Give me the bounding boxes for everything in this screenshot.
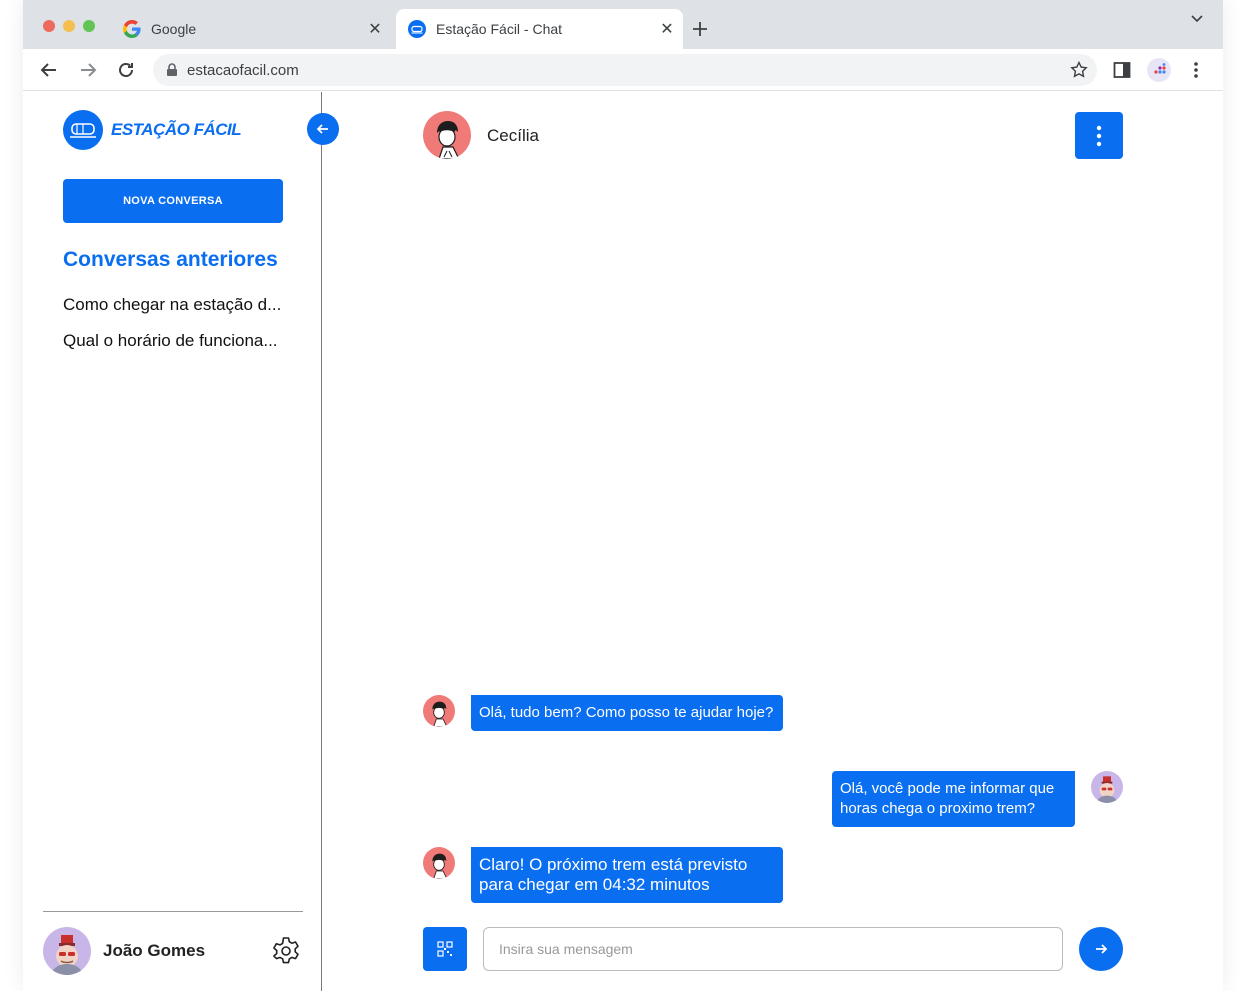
history-item[interactable]: Qual o horário de funciona...: [63, 331, 295, 351]
address-bar[interactable]: estacaofacil.com: [153, 54, 1097, 86]
maximize-window-button[interactable]: [83, 20, 95, 32]
browser-toolbar: estacaofacil.com: [23, 49, 1223, 91]
user-profile: João Gomes: [43, 927, 303, 975]
extension-icon[interactable]: [1145, 56, 1173, 84]
train-logo-icon: [63, 110, 103, 150]
back-icon[interactable]: [35, 56, 63, 84]
side-panel-icon[interactable]: [1108, 56, 1136, 84]
message-bubble-user: Olá, você pode me informar que horas che…: [832, 771, 1075, 827]
chevron-down-icon[interactable]: [1185, 6, 1209, 30]
reload-icon[interactable]: [112, 56, 140, 84]
brand-name: ESTAÇÃO FÁCIL: [111, 120, 242, 139]
tab-strip: Google ✕ Estação Fácil - Chat ✕: [23, 0, 1223, 49]
collapse-sidebar-button[interactable]: [307, 113, 339, 145]
tab-estacao-facil-chat[interactable]: Estação Fácil - Chat ✕: [396, 9, 683, 49]
sidebar: ESTAÇÃO FÁCIL NOVA CONVERSA Conversas an…: [23, 92, 322, 991]
minimize-window-button[interactable]: [63, 20, 75, 32]
contact-name: Cecília: [487, 126, 539, 145]
new-chat-button[interactable]: NOVA CONVERSA: [63, 179, 283, 223]
user-avatar: [1091, 771, 1123, 803]
chat-panel: Cecília Olá, tudo bem? Como posso te aju…: [323, 92, 1223, 991]
history-item[interactable]: Como chegar na estação d...: [63, 295, 295, 315]
google-icon: [123, 20, 141, 38]
lock-icon: [165, 63, 179, 77]
chat-app: ESTAÇÃO FÁCIL NOVA CONVERSA Conversas an…: [23, 92, 1223, 991]
browser-window: Google ✕ Estação Fácil - Chat ✕ estacaof…: [23, 0, 1223, 991]
url-text: estacaofacil.com: [187, 61, 299, 79]
user-name: João Gomes: [103, 941, 206, 960]
close-tab-icon[interactable]: ✕: [655, 17, 679, 41]
bot-avatar: [423, 847, 455, 879]
close-window-button[interactable]: [43, 20, 55, 32]
gear-icon[interactable]: [269, 934, 303, 968]
divider: [43, 911, 303, 912]
browser-menu-icon[interactable]: [1182, 56, 1210, 84]
estacao-facil-icon: [408, 20, 426, 38]
close-tab-icon[interactable]: ✕: [363, 17, 387, 41]
bot-avatar: [423, 695, 455, 727]
more-options-button[interactable]: [1075, 112, 1123, 159]
qr-code-button[interactable]: [423, 927, 467, 971]
forward-icon[interactable]: [74, 56, 102, 84]
tab-title: Google: [151, 21, 197, 37]
tab-google[interactable]: Google ✕: [111, 9, 391, 49]
message-bubble-bot: Olá, tudo bem? Como posso te ajudar hoje…: [471, 695, 783, 731]
brand-logo[interactable]: ESTAÇÃO FÁCIL: [63, 110, 242, 150]
message-input[interactable]: [483, 927, 1063, 971]
bookmark-star-icon[interactable]: [1069, 60, 1089, 80]
new-tab-icon[interactable]: [688, 17, 712, 41]
contact-avatar[interactable]: [423, 111, 471, 159]
message-bubble-bot: Claro! O próximo trem está previsto para…: [471, 847, 783, 903]
tab-title: Estação Fácil - Chat: [436, 21, 563, 37]
send-button[interactable]: [1079, 927, 1123, 971]
history-title: Conversas anteriores: [63, 248, 278, 271]
avatar[interactable]: [43, 927, 91, 975]
